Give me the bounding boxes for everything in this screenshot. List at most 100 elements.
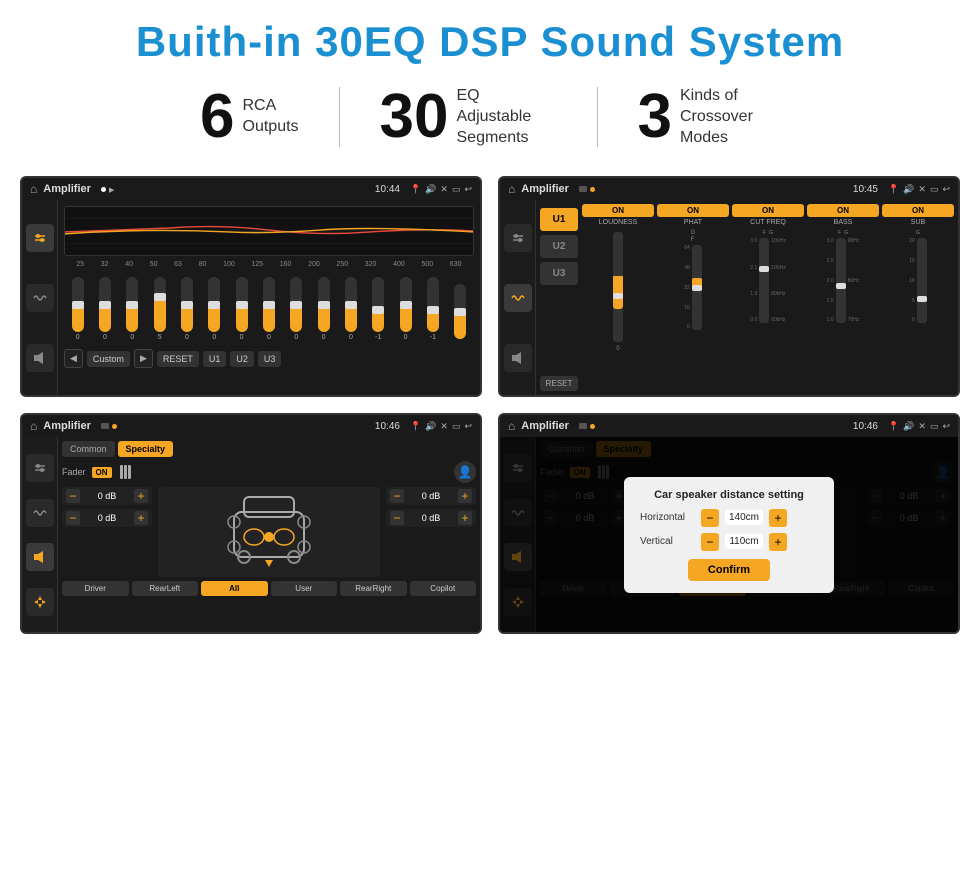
dialog-overlay: Car speaker distance setting Horizontal … [500, 437, 958, 632]
fader-header: Fader ON 👤 [62, 461, 476, 483]
fader-tab-common[interactable]: Common [62, 441, 115, 457]
freq-100: 100 [223, 261, 235, 268]
freq-50: 50 [150, 261, 158, 268]
slider-track-4[interactable] [154, 277, 166, 332]
back-icon-1[interactable]: ↩ [464, 184, 472, 195]
dialog-confirm-button[interactable]: Confirm [688, 559, 770, 581]
slider-track-3[interactable] [126, 277, 138, 332]
status-icons-2: 📍 🔊 ✕ ▭ ↩ [888, 184, 950, 195]
fader-tab-specialty[interactable]: Specialty [118, 441, 174, 457]
cross-left-panel: U1 U2 U3 RESET [540, 204, 578, 391]
slider-track-7[interactable] [236, 277, 248, 332]
slider-track-5[interactable] [181, 277, 193, 332]
fader-minus-4[interactable]: − [390, 511, 404, 525]
ch-on-phat[interactable]: ON [657, 204, 729, 217]
fader-rearright-btn[interactable]: RearRight [340, 581, 407, 596]
fader-driver-btn[interactable]: Driver [62, 581, 129, 596]
app-name-3: Amplifier [43, 420, 91, 432]
dialog-horizontal-plus[interactable]: + [769, 509, 787, 527]
eq-u1-btn[interactable]: U1 [203, 351, 227, 367]
fader-minus-3[interactable]: − [390, 489, 404, 503]
status-icons-1: 📍 🔊 ✕ ▭ ↩ [410, 184, 472, 195]
sidebar-wave-btn[interactable] [26, 284, 54, 312]
fader-tabs: Common Specialty [62, 441, 476, 457]
ch-on-cutfreq[interactable]: ON [732, 204, 804, 217]
fader-on-badge[interactable]: ON [92, 467, 112, 478]
sidebar-3 [22, 437, 58, 632]
eq-reset-btn[interactable]: RESET [157, 351, 199, 367]
cross-reset-btn[interactable]: RESET [540, 376, 578, 391]
fader-minus-2[interactable]: − [66, 511, 80, 525]
home-icon-2[interactable]: ⌂ [508, 182, 515, 196]
fader-rearleft-btn[interactable]: RearLeft [132, 581, 199, 596]
sidebar-arrows-btn-3[interactable] [26, 588, 54, 616]
time-4: 10:46 [853, 421, 878, 432]
slider-track-9[interactable] [290, 277, 302, 332]
ch-on-bass[interactable]: ON [807, 204, 879, 217]
slider-track-8[interactable] [263, 277, 275, 332]
sidebar-wave-btn-3[interactable] [26, 499, 54, 527]
eq-u3-btn[interactable]: U3 [258, 351, 282, 367]
slider-col-7: 0 [236, 277, 248, 341]
fader-all-btn[interactable]: All [201, 581, 268, 596]
dialog-vertical-plus[interactable]: + [769, 533, 787, 551]
sidebar-1 [22, 200, 58, 395]
eq-custom-btn[interactable]: Custom [87, 351, 130, 367]
dot-menu-3 [101, 423, 109, 429]
fader-user-btn[interactable]: User [271, 581, 338, 596]
back-icon-3[interactable]: ↩ [464, 421, 472, 432]
slider-col-8: 0 [263, 277, 275, 341]
ch-on-sub[interactable]: ON [882, 204, 954, 217]
stat-crossover-label: Kinds ofCrossover Modes [680, 86, 780, 148]
fader-plus-2[interactable]: + [134, 511, 148, 525]
slider-track-6[interactable] [208, 277, 220, 332]
slider-track-14[interactable] [427, 277, 439, 332]
back-icon-2[interactable]: ↩ [942, 184, 950, 195]
slider-track-1[interactable] [72, 277, 84, 332]
sidebar-wave-btn-2[interactable] [504, 284, 532, 312]
dialog-vertical-minus[interactable]: − [701, 533, 719, 551]
cross-u2-btn[interactable]: U2 [540, 235, 578, 258]
eq-u2-btn[interactable]: U2 [230, 351, 254, 367]
screenshots-grid: ⌂ Amplifier ▶ 10:44 📍 🔊 ✕ ▭ ↩ [0, 166, 980, 654]
status-bar-1: ⌂ Amplifier ▶ 10:44 📍 🔊 ✕ ▭ ↩ [22, 178, 480, 200]
fader-minus-1[interactable]: − [66, 489, 80, 503]
screen-content-1: 25 32 40 50 63 80 100 125 160 200 250 32… [22, 200, 480, 395]
sidebar-eq-btn[interactable] [26, 224, 54, 252]
fader-plus-1[interactable]: + [134, 489, 148, 503]
eq-prev-btn[interactable]: ◀ [64, 349, 83, 368]
slider-track-2[interactable] [99, 277, 111, 332]
volume-icon-1: 🔊 [425, 184, 436, 195]
fader-copilot-btn[interactable]: Copilot [410, 581, 477, 596]
home-icon-1[interactable]: ⌂ [30, 182, 37, 196]
sidebar-eq-btn-2[interactable] [504, 224, 532, 252]
freq-200: 200 [308, 261, 320, 268]
eq-next-btn[interactable]: ▶ [134, 349, 153, 368]
eq-sliders-row: 0 0 0 [64, 273, 474, 343]
fader-plus-4[interactable]: + [458, 511, 472, 525]
cross-u1-btn[interactable]: U1 [540, 208, 578, 231]
ch-on-loudness[interactable]: ON [582, 204, 654, 217]
home-icon-3[interactable]: ⌂ [30, 419, 37, 433]
slider-col-15 [454, 284, 466, 341]
ch-label-phat: PHAT [684, 219, 702, 226]
sidebar-speaker-btn-2[interactable] [504, 344, 532, 372]
slider-track-11[interactable] [345, 277, 357, 332]
stats-row: 6 RCAOutputs 30 EQ AdjustableSegments 3 … [0, 76, 980, 166]
slider-val-13: 0 [404, 334, 408, 341]
slider-track-10[interactable] [318, 277, 330, 332]
slider-track-13[interactable] [400, 277, 412, 332]
sidebar-speaker-btn[interactable] [26, 344, 54, 372]
status-dots-4 [579, 423, 595, 429]
dialog-horizontal-minus[interactable]: − [701, 509, 719, 527]
fader-plus-3[interactable]: + [458, 489, 472, 503]
home-icon-4[interactable]: ⌂ [508, 419, 515, 433]
slider-track-12[interactable] [372, 277, 384, 332]
slider-track-15[interactable] [454, 284, 466, 339]
dialog-vertical-row: Vertical − 110cm + [640, 533, 818, 551]
back-icon-4[interactable]: ↩ [942, 421, 950, 432]
sidebar-eq-btn-3[interactable] [26, 454, 54, 482]
cross-u3-btn[interactable]: U3 [540, 262, 578, 285]
channel-loudness: ON LOUDNESS 0 [582, 204, 654, 391]
sidebar-speaker-btn-3[interactable] [26, 543, 54, 571]
